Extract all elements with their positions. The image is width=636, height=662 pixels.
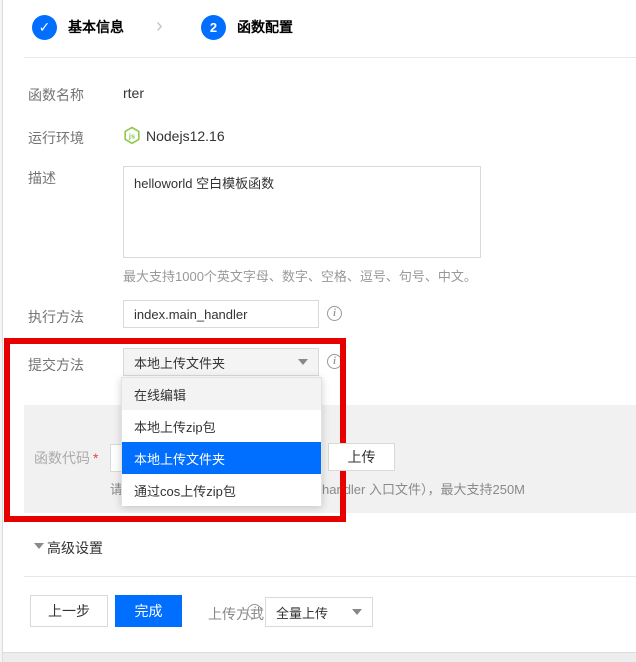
handler-info-icon[interactable] (327, 306, 342, 321)
upload-mode-select[interactable]: 全量上传 (265, 597, 373, 627)
upload-button[interactable]: 上传 (328, 443, 395, 471)
svg-text:js: js (128, 131, 135, 140)
function-name-label: 函数名称 (28, 85, 84, 105)
dropdown-option-local-zip[interactable]: 本地上传zip包 (122, 410, 321, 442)
runtime-label: 运行环境 (28, 128, 84, 148)
dropdown-option-cos-zip[interactable]: 通过cos上传zip包 (122, 474, 321, 506)
step2-circle: 2 (201, 15, 226, 40)
chevron-right-icon: › (156, 14, 163, 39)
function-config-page: 基本信息 › 2 函数配置 函数名称 rter 运行环境 js Nodejs12… (0, 0, 636, 662)
upload-mode-info-icon[interactable] (247, 604, 262, 619)
chevron-down-icon (352, 609, 362, 615)
footer-divider (24, 576, 636, 577)
finish-button[interactable]: 完成 (115, 595, 182, 627)
page-bottom-edge (0, 652, 636, 662)
runtime-value: Nodejs12.16 (146, 128, 225, 144)
nodejs-icon: js (123, 126, 141, 145)
advanced-settings-toggle[interactable]: 高级设置 (47, 538, 103, 558)
header-divider (24, 57, 636, 58)
check-icon (39, 19, 51, 36)
handler-input[interactable]: index.main_handler (123, 300, 319, 328)
step1-done-circle (32, 15, 57, 40)
left-panel-border (0, 0, 3, 662)
handler-label: 执行方法 (28, 307, 84, 327)
step1-label: 基本信息 (68, 15, 124, 40)
collapse-triangle-icon (34, 543, 44, 549)
step2-number: 2 (210, 20, 217, 35)
submit-method-dropdown-menu: 在线编辑 本地上传zip包 本地上传文件夹 通过cos上传zip包 (121, 377, 322, 506)
description-textarea[interactable]: helloworld 空白模板函数 (123, 166, 481, 258)
dropdown-option-local-folder[interactable]: 本地上传文件夹 (122, 442, 321, 474)
description-label: 描述 (28, 168, 56, 188)
dropdown-option-online-edit[interactable]: 在线编辑 (122, 378, 321, 410)
previous-step-button[interactable]: 上一步 (30, 595, 108, 627)
description-hint: 最大支持1000个英文字母、数字、空格、逗号、句号、中文。 (123, 266, 477, 285)
step2-label: 函数配置 (237, 15, 293, 40)
code-hint-suffix: handler 入口文件），最大支持250M (322, 479, 525, 498)
function-name-value: rter (123, 85, 144, 101)
upload-mode-value: 全量上传 (276, 603, 328, 622)
